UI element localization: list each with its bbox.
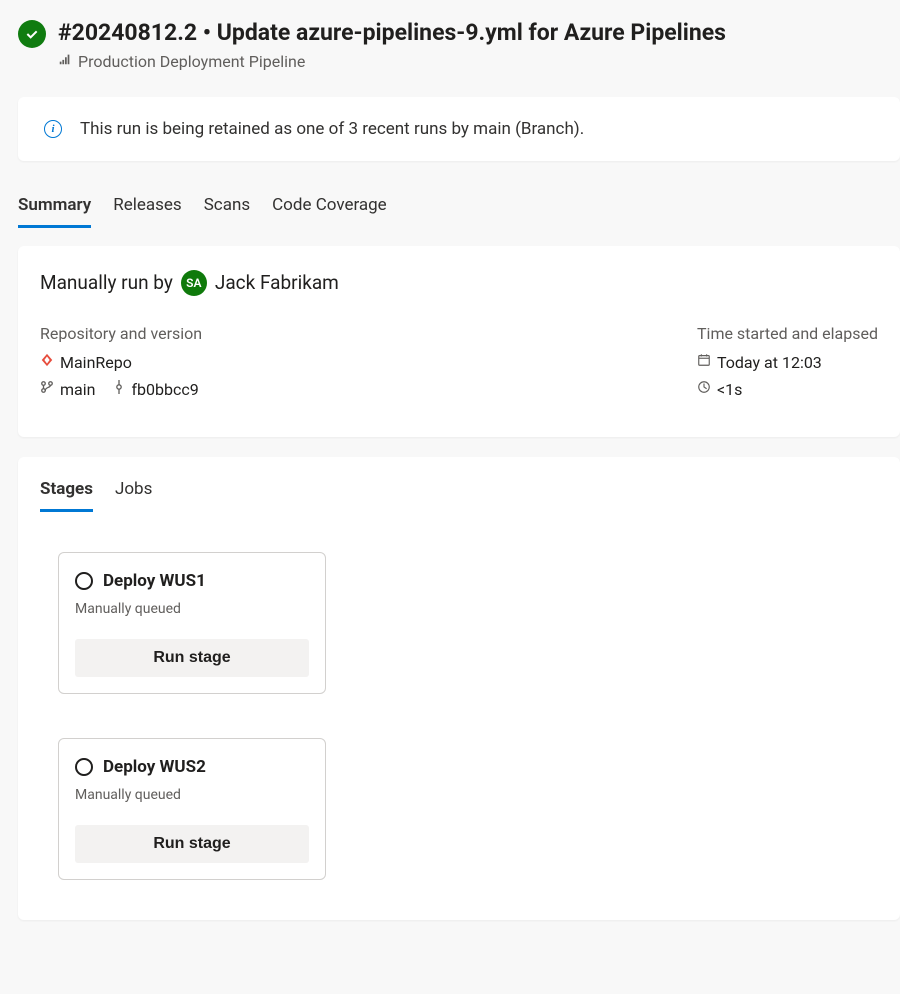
pipeline-icon — [58, 52, 72, 70]
run-by-prefix: Manually run by — [40, 271, 173, 294]
tab-jobs[interactable]: Jobs — [115, 479, 152, 512]
stage-tile[interactable]: Deploy WUS2 Manually queued Run stage — [58, 738, 326, 880]
time-elapsed: <1s — [717, 380, 742, 399]
run-status-success-icon — [18, 20, 46, 48]
stage-status-text: Manually queued — [75, 787, 309, 803]
pipeline-name[interactable]: Production Deployment Pipeline — [78, 52, 305, 71]
commit-hash[interactable]: fb0bbcc9 — [131, 380, 198, 399]
stage-name: Deploy WUS1 — [103, 571, 206, 591]
branch-name[interactable]: main — [60, 380, 95, 399]
stage-status-notstarted-icon — [75, 572, 93, 590]
stage-name: Deploy WUS2 — [103, 757, 206, 777]
summary-card: Manually run by SA Jack Fabrikam Reposit… — [18, 246, 900, 437]
tab-code-coverage[interactable]: Code Coverage — [272, 195, 387, 228]
stages-card: Stages Jobs Deploy WUS1 Manually queued … — [18, 457, 900, 920]
retention-notice-text: This run is being retained as one of 3 r… — [80, 119, 584, 139]
time-started: Today at 12:03 — [717, 353, 822, 372]
tab-summary[interactable]: Summary — [18, 195, 91, 228]
clock-icon — [697, 380, 711, 398]
calendar-icon — [697, 353, 711, 371]
stage-status-text: Manually queued — [75, 601, 309, 617]
retention-notice-card: i This run is being retained as one of 3… — [18, 97, 900, 161]
stage-tile[interactable]: Deploy WUS1 Manually queued Run stage — [58, 552, 326, 694]
stage-status-notstarted-icon — [75, 758, 93, 776]
main-tabs: Summary Releases Scans Code Coverage — [18, 195, 900, 228]
run-stage-button[interactable]: Run stage — [75, 639, 309, 677]
tab-scans[interactable]: Scans — [204, 195, 250, 228]
repo-icon — [40, 353, 54, 371]
branch-icon — [40, 380, 54, 398]
run-stage-button[interactable]: Run stage — [75, 825, 309, 863]
repo-version-heading: Repository and version — [40, 324, 697, 343]
repo-name[interactable]: MainRepo — [60, 353, 132, 372]
run-title: #20240812.2 • Update azure-pipelines-9.y… — [58, 18, 900, 48]
time-heading: Time started and elapsed — [697, 324, 878, 343]
info-icon: i — [44, 120, 62, 138]
commit-icon — [113, 380, 125, 398]
run-by-username[interactable]: Jack Fabrikam — [215, 271, 339, 294]
tab-releases[interactable]: Releases — [113, 195, 181, 228]
avatar[interactable]: SA — [181, 270, 207, 296]
tab-stages[interactable]: Stages — [40, 479, 93, 512]
